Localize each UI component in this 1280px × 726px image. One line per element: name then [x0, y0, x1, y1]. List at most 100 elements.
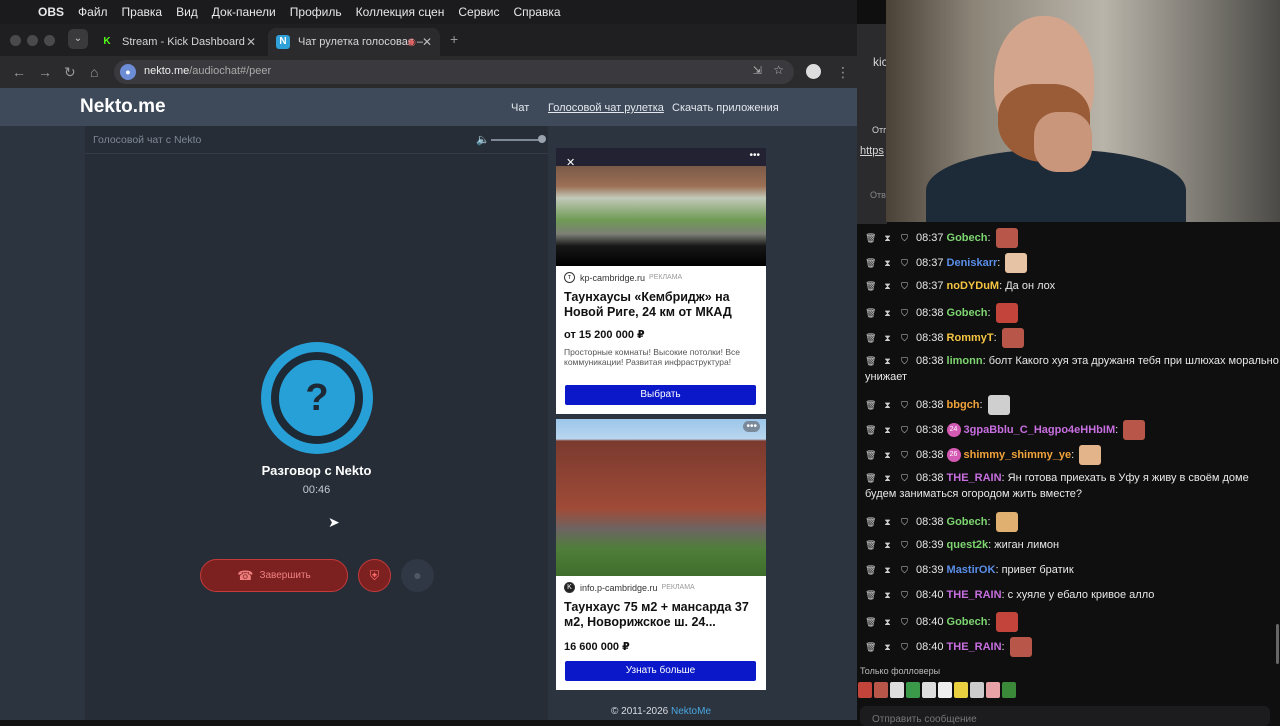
chat-username[interactable]: noDYDuM [947, 280, 1000, 292]
new-tab-icon[interactable]: + [450, 31, 458, 47]
home-icon[interactable]: ⌂ [90, 64, 98, 80]
timeout-icon[interactable]: ⧗ [882, 305, 893, 321]
chat-username[interactable]: Gobech [947, 616, 988, 628]
emote-picker-emote[interactable] [906, 682, 920, 698]
chat-username[interactable]: THE_RAIN [947, 641, 1002, 653]
chat-username[interactable]: MastirOK [947, 564, 996, 576]
ad-options-icon[interactable]: ••• [749, 150, 760, 161]
bookmark-star-icon[interactable]: ☆ [773, 63, 784, 77]
close-window-icon[interactable] [10, 35, 21, 46]
menu-item-edit[interactable]: Правка [122, 5, 163, 19]
chat-username[interactable]: bbgch [947, 399, 980, 411]
delete-message-icon[interactable]: 🗑 [865, 305, 876, 321]
copyright-brand-link[interactable]: NektoMe [671, 706, 711, 717]
timeout-icon[interactable]: ⧗ [882, 470, 893, 486]
emote-picker-emote[interactable] [890, 682, 904, 698]
timeout-icon[interactable]: ⧗ [882, 397, 893, 413]
delete-message-icon[interactable]: 🗑 [865, 514, 876, 530]
delete-message-icon[interactable]: 🗑 [865, 422, 876, 438]
reload-icon[interactable]: ↻ [64, 64, 76, 81]
menu-item-profile[interactable]: Профиль [290, 5, 342, 19]
ad-title[interactable]: Таунхаусы «Кембридж» на Новой Риге, 24 к… [564, 290, 760, 320]
tab-search-icon[interactable]: ⌄ [68, 29, 88, 49]
delete-message-icon[interactable]: 🗑 [865, 614, 876, 630]
chat-username[interactable]: limonn [947, 355, 983, 367]
timeout-icon[interactable]: ⧗ [882, 330, 893, 346]
timeout-icon[interactable]: ⧗ [882, 639, 893, 655]
delete-message-icon[interactable]: 🗑 [865, 230, 876, 246]
timeout-icon[interactable]: ⧗ [882, 255, 893, 271]
kebab-menu-icon[interactable]: ⋮ [836, 64, 850, 81]
chat-username[interactable]: Gobech [947, 516, 988, 528]
report-shield-button[interactable]: ⛨ [358, 559, 391, 592]
menu-item-tools[interactable]: Сервис [458, 5, 499, 19]
close-tab-icon[interactable]: ✕ [246, 35, 256, 49]
timeout-icon[interactable]: ⧗ [882, 514, 893, 530]
emote-picker-emote[interactable] [922, 682, 936, 698]
emote-picker-emote[interactable] [954, 682, 968, 698]
delete-message-icon[interactable]: 🗑 [865, 537, 876, 553]
ad-title[interactable]: Таунхаус 75 м2 + мансарда 37 м2, Новориж… [564, 600, 760, 630]
volume-slider[interactable] [491, 139, 543, 141]
site-logo[interactable]: Nekto.me [80, 96, 166, 118]
emote-picker-emote[interactable] [858, 682, 872, 698]
timeout-icon[interactable]: ⧗ [882, 230, 893, 246]
emote-picker-emote[interactable] [1002, 682, 1016, 698]
timeout-icon[interactable]: ⧗ [882, 587, 893, 603]
menu-item-view[interactable]: Вид [176, 5, 198, 19]
back-icon[interactable]: ← [12, 64, 26, 80]
chat-username[interactable]: THE_RAIN [947, 589, 1002, 601]
chat-username[interactable]: quest2k [947, 539, 989, 551]
minimize-window-icon[interactable] [27, 35, 38, 46]
tab-nekto-chat[interactable]: N Чат рулетка голосовая – ◉ ✕ [268, 28, 440, 56]
mute-microphone-button[interactable]: ● [401, 559, 434, 592]
delete-message-icon[interactable]: 🗑 [865, 353, 876, 369]
nav-voice-chat[interactable]: Голосовой чат рулетка [548, 102, 664, 114]
app-name[interactable]: OBS [38, 5, 64, 19]
chat-username[interactable]: 3gpaBblu_C_Hagpo4eHHbIM [964, 424, 1116, 436]
ad-cta-button[interactable]: Выбрать [565, 385, 756, 405]
volume-slider-handle[interactable] [538, 135, 546, 143]
profile-avatar-icon[interactable] [806, 64, 821, 79]
emote-picker-emote[interactable] [986, 682, 1000, 698]
end-call-button[interactable]: ☎ Завершить [200, 559, 348, 592]
chat-username[interactable]: Gobech [947, 232, 988, 244]
zoom-window-icon[interactable] [44, 35, 55, 46]
timeout-icon[interactable]: ⧗ [882, 447, 893, 463]
chat-username[interactable]: Gobech [947, 307, 988, 319]
address-field[interactable]: ● nekto.me/audiochat#/peer ⇲ ☆ [114, 60, 794, 84]
muted-speaker-icon[interactable]: ✕ [566, 156, 575, 169]
chat-username[interactable]: THE_RAIN [947, 472, 1002, 484]
delete-message-icon[interactable]: 🗑 [865, 447, 876, 463]
timeout-icon[interactable]: ⧗ [882, 562, 893, 578]
tab-kick-dashboard[interactable]: K Stream - Kick Dashboard ✕ [92, 28, 264, 56]
ad-options-icon[interactable]: ••• [743, 421, 760, 432]
delete-message-icon[interactable]: 🗑 [865, 255, 876, 271]
microphone-icon[interactable]: ● [120, 64, 136, 80]
emote-picker-emote[interactable] [970, 682, 984, 698]
emote-picker-emote[interactable] [874, 682, 888, 698]
install-app-icon[interactable]: ⇲ [753, 64, 762, 77]
nav-chat[interactable]: Чат [511, 102, 529, 114]
delete-message-icon[interactable]: 🗑 [865, 562, 876, 578]
close-tab-icon[interactable]: ✕ [422, 35, 432, 49]
menu-item-scene-collection[interactable]: Коллекция сцен [356, 5, 445, 19]
delete-message-icon[interactable]: 🗑 [865, 397, 876, 413]
timeout-icon[interactable]: ⧗ [882, 422, 893, 438]
ad-banner-1[interactable]: ✕ ••• т kp-cambridge.ru РЕКЛАМА Таунхаус… [556, 148, 766, 414]
forward-icon[interactable]: → [38, 64, 52, 80]
menu-item-file[interactable]: Файл [78, 5, 108, 19]
ad-banner-2[interactable]: ••• K info.p-cambridge.ru РЕКЛАМА Таунха… [556, 419, 766, 690]
delete-message-icon[interactable]: 🗑 [865, 587, 876, 603]
chat-username[interactable]: Deniskarr [947, 257, 998, 269]
ad-photo[interactable] [556, 419, 766, 576]
nav-download-apps[interactable]: Скачать приложения [672, 102, 779, 114]
menu-item-help[interactable]: Справка [513, 5, 560, 19]
timeout-icon[interactable]: ⧗ [882, 537, 893, 553]
volume-icon[interactable]: 🔈 [476, 133, 490, 146]
chat-username[interactable]: shimmy_shimmy_ye [964, 449, 1072, 461]
delete-message-icon[interactable]: 🗑 [865, 639, 876, 655]
delete-message-icon[interactable]: 🗑 [865, 470, 876, 486]
chat-input[interactable]: Отправить сообщение [860, 706, 1270, 726]
menu-item-docks[interactable]: Док-панели [212, 5, 276, 19]
